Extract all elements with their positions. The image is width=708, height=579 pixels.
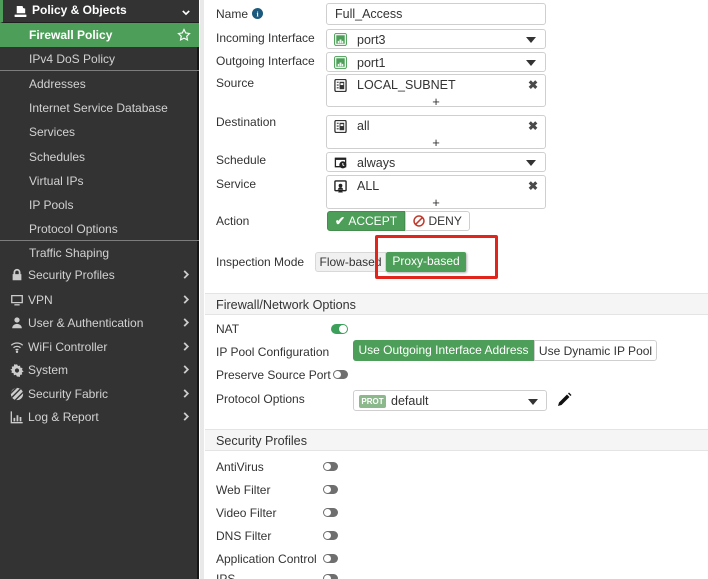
svg-text:i: i: [256, 9, 258, 18]
